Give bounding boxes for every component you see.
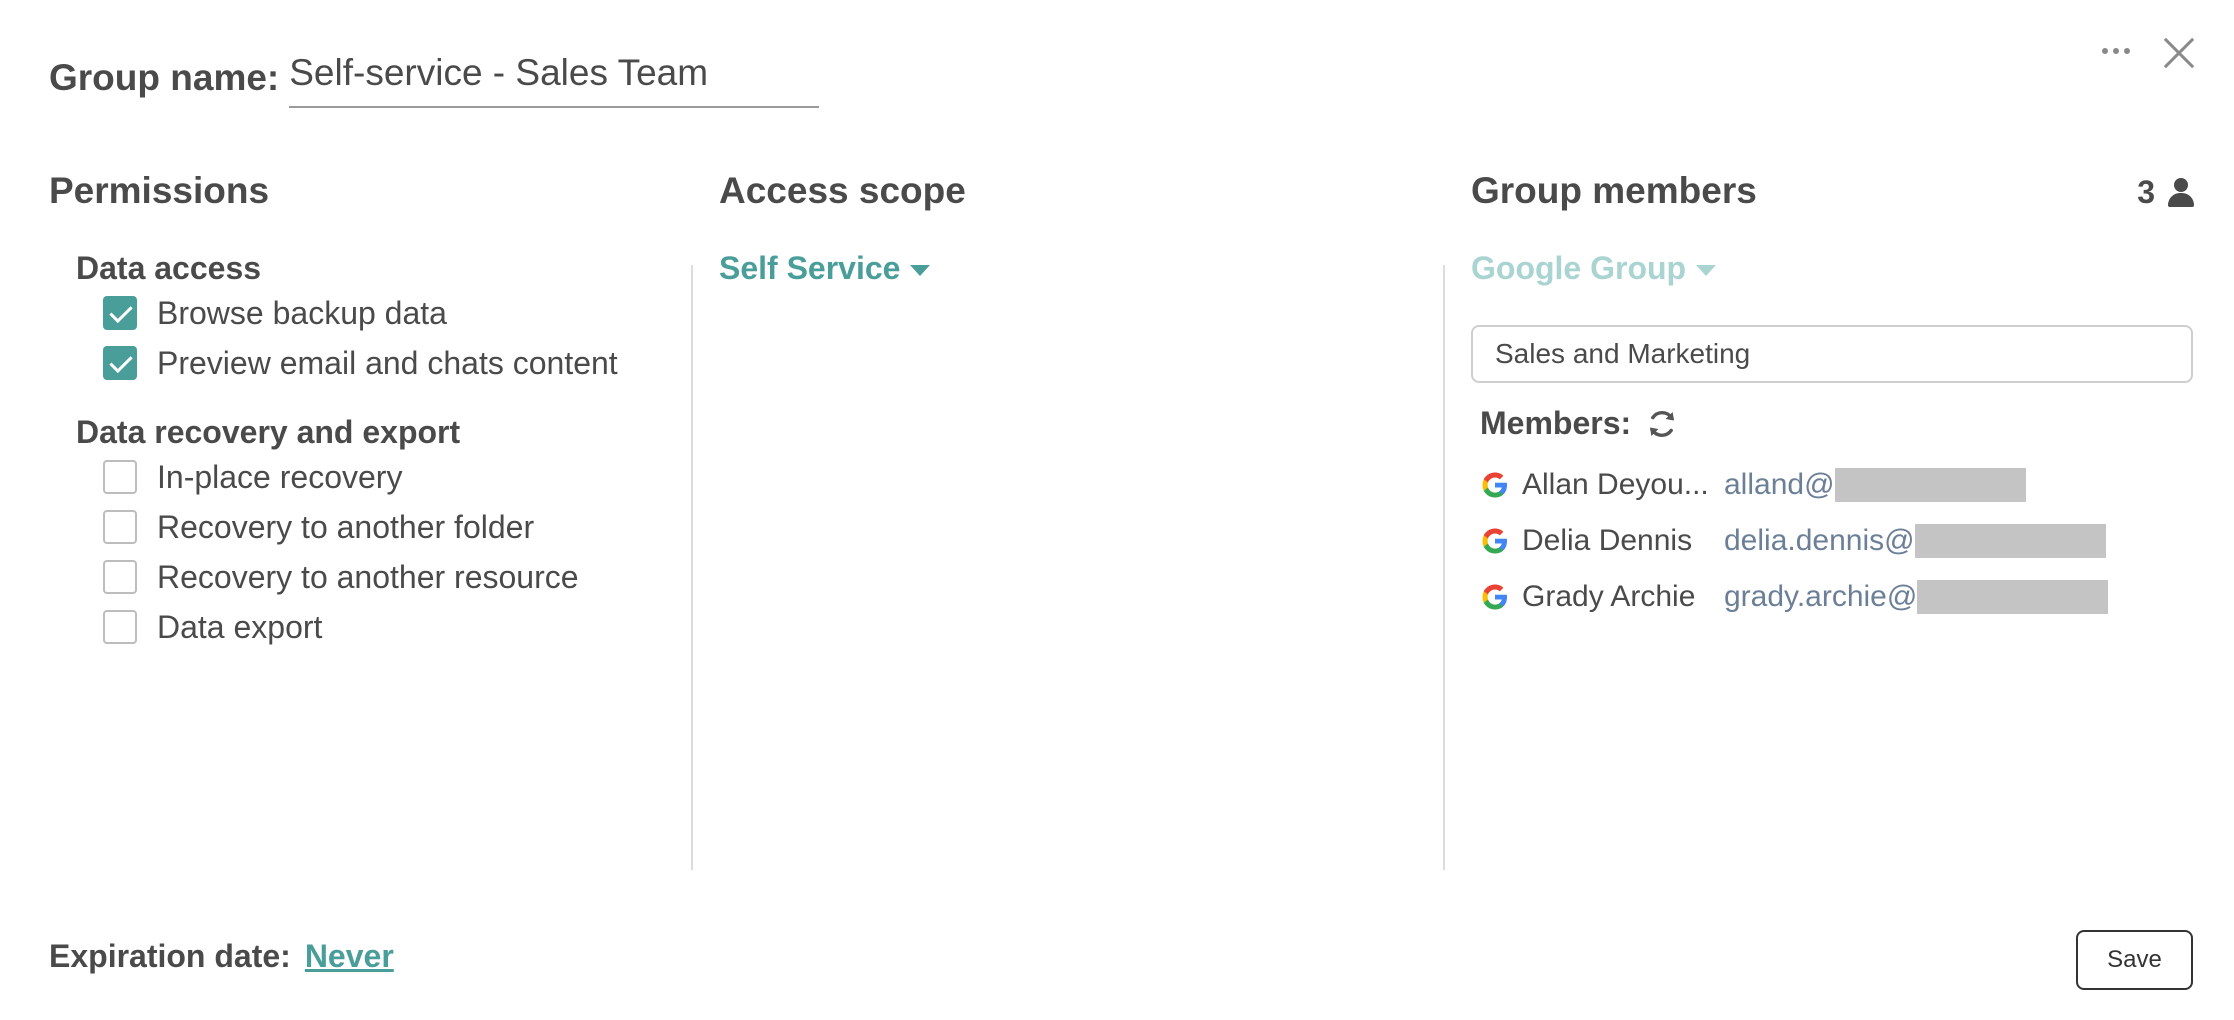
user-icon <box>2167 177 2195 208</box>
group-name-input[interactable]: Self-service - Sales Team <box>289 48 820 108</box>
checkbox-browse-backup[interactable] <box>103 296 137 330</box>
permission-data-export[interactable]: Data export <box>103 602 669 652</box>
recovery-section-title: Data recovery and export <box>76 414 461 450</box>
permission-label: Recovery to another folder <box>157 508 535 545</box>
window-controls <box>2102 36 2194 66</box>
checkbox-preview-email[interactable] <box>103 346 137 380</box>
permission-browse-backup[interactable]: Browse backup data <box>103 288 669 338</box>
permissions-title: Permissions <box>49 170 270 211</box>
member-email: grady.archie@ <box>1724 580 1918 613</box>
list-item: Allan Deyou... alland@ <box>1480 461 2026 509</box>
google-icon <box>1482 472 1507 498</box>
permission-recovery-folder[interactable]: Recovery to another folder <box>103 502 669 552</box>
checkbox-recovery-resource[interactable] <box>103 560 137 594</box>
members-header: Members: <box>1480 405 1679 442</box>
list-item: Delia Dennis delia.dennis@ <box>1480 517 2106 565</box>
google-group-input[interactable] <box>1471 325 2193 383</box>
access-scope-title: Access scope <box>719 170 966 211</box>
members-label: Members: <box>1480 405 1632 441</box>
permission-recovery-resource[interactable]: Recovery to another resource <box>103 552 669 602</box>
expiration-link[interactable]: Never <box>305 938 394 975</box>
member-count: 3 <box>2137 174 2195 211</box>
google-icon <box>1482 584 1507 610</box>
member-name: Allan Deyou... <box>1522 468 1709 501</box>
group-name-header: Group name: Self-service - Sales Team <box>49 46 820 110</box>
column-divider <box>691 265 693 870</box>
group-name-label: Group name: <box>49 57 280 98</box>
checkbox-in-place-recovery[interactable] <box>103 460 137 494</box>
member-source-value: Google Group <box>1471 250 1687 286</box>
checkbox-recovery-folder[interactable] <box>103 510 137 544</box>
permission-label: Recovery to another resource <box>157 558 579 595</box>
close-icon[interactable] <box>2164 36 2194 66</box>
expiration-label: Expiration date: <box>49 938 291 974</box>
member-count-value: 3 <box>2137 174 2155 210</box>
permission-label: Data export <box>157 608 323 645</box>
member-email: delia.dennis@ <box>1724 524 1915 557</box>
permission-label: In-place recovery <box>157 458 403 495</box>
checkbox-data-export[interactable] <box>103 610 137 644</box>
column-divider <box>1443 265 1445 870</box>
permission-preview-email[interactable]: Preview email and chats content <box>103 338 669 388</box>
redacted-email-domain <box>1834 468 2026 502</box>
access-scope-value: Self Service <box>719 250 901 286</box>
access-scope-dropdown[interactable]: Self Service <box>719 250 931 287</box>
google-icon <box>1482 528 1507 554</box>
save-button[interactable]: Save <box>2076 930 2193 990</box>
chevron-down-icon <box>910 265 931 276</box>
group-members-title: Group members <box>1471 170 1757 211</box>
member-source-dropdown[interactable]: Google Group <box>1471 250 1717 287</box>
member-email: alland@ <box>1724 468 1835 501</box>
member-name: Delia Dennis <box>1522 524 1693 557</box>
permission-in-place-recovery[interactable]: In-place recovery <box>103 452 669 502</box>
chevron-down-icon <box>1696 265 1717 276</box>
redacted-email-domain <box>1917 580 2109 614</box>
list-item: Grady Archie grady.archie@ <box>1480 573 2109 621</box>
expiration-date: Expiration date: Never <box>49 938 394 975</box>
permission-label: Preview email and chats content <box>157 344 618 381</box>
data-access-section-title: Data access <box>76 250 262 286</box>
more-options-icon[interactable] <box>2102 44 2130 58</box>
refresh-icon[interactable] <box>1645 407 1679 441</box>
redacted-email-domain <box>1914 524 2106 558</box>
permissions-panel: Data access Browse backup data Preview e… <box>49 248 669 652</box>
member-name: Grady Archie <box>1522 580 1696 613</box>
permission-label: Browse backup data <box>157 294 447 331</box>
